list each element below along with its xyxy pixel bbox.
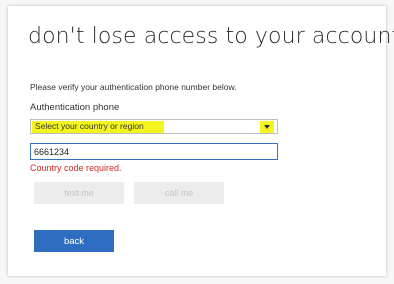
- verification-card: don't lose access to your account! Pleas…: [8, 6, 394, 276]
- dropdown-arrow-icon[interactable]: [260, 121, 274, 133]
- error-message: Country code required.: [30, 163, 122, 173]
- phone-number-input[interactable]: [30, 143, 278, 160]
- text-me-button[interactable]: text me: [34, 182, 124, 204]
- phone-label: Authentication phone: [30, 102, 120, 113]
- back-button[interactable]: back: [34, 230, 114, 252]
- country-select-value: Select your country or region: [35, 121, 144, 131]
- page-background: don't lose access to your account! Pleas…: [0, 0, 394, 284]
- intro-text: Please verify your authentication phone …: [30, 82, 237, 92]
- page-title: don't lose access to your account!: [28, 24, 394, 49]
- call-me-button[interactable]: call me: [134, 182, 224, 204]
- country-select[interactable]: Select your country or region: [30, 119, 278, 134]
